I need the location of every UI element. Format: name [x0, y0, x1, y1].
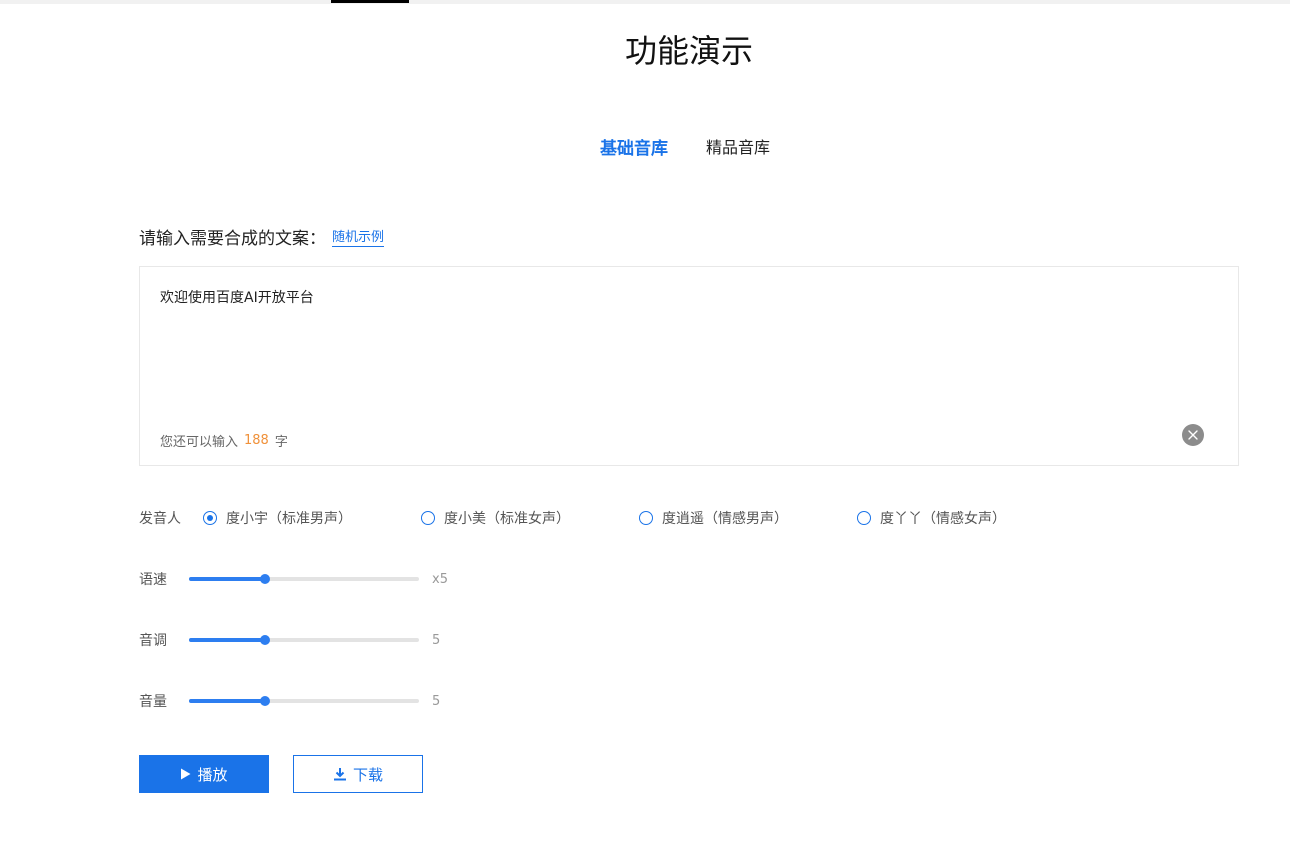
- char-counter-prefix: 您还可以输入: [160, 435, 239, 450]
- slider-handle[interactable]: [259, 696, 270, 706]
- radio-button[interactable]: [857, 511, 871, 525]
- slider-fill: [189, 577, 265, 581]
- input-prompt-row: 请输入需要合成的文案： 随机示例: [139, 224, 385, 249]
- clear-text-button[interactable]: [1182, 424, 1204, 446]
- voice-library-tabs: 基础音库 精品音库: [600, 133, 770, 159]
- pitch-label: 音调: [139, 633, 167, 649]
- speed-value: x5: [432, 571, 448, 587]
- pitch-value: 5: [432, 632, 441, 648]
- text-input-box: 您还可以输入 188 字: [139, 266, 1239, 466]
- download-button[interactable]: 下载: [293, 755, 423, 793]
- speaker-option-label: 度逍遥（情感男声）: [662, 511, 788, 527]
- slider-handle[interactable]: [259, 574, 270, 584]
- speed-label: 语速: [139, 572, 167, 588]
- speaker-row: 发音人: [139, 508, 203, 528]
- volume-label: 音量: [139, 694, 167, 710]
- radio-button[interactable]: [421, 511, 435, 525]
- speaker-option-du-yaya[interactable]: 度丫丫（情感女声）: [857, 508, 1006, 528]
- char-counter-suffix: 字: [274, 435, 288, 450]
- volume-value: 5: [432, 693, 441, 709]
- char-counter: 您还可以输入 188 字: [160, 431, 288, 450]
- volume-slider[interactable]: [189, 696, 419, 706]
- top-nav-active-indicator: [331, 0, 409, 3]
- speaker-options: 度小宇（标准男声） 度小美（标准女声） 度逍遥（情感男声） 度丫丫（情感女声）: [203, 508, 1103, 528]
- slider-fill: [189, 699, 265, 703]
- speaker-option-du-xiaoyu[interactable]: 度小宇（标准男声）: [203, 508, 352, 528]
- speaker-label: 发音人: [139, 511, 181, 527]
- speaker-option-du-xiaomei[interactable]: 度小美（标准女声）: [421, 508, 570, 528]
- download-icon: [333, 768, 346, 781]
- random-example-link[interactable]: 随机示例: [332, 226, 385, 247]
- speed-slider-row: 语速 x5: [139, 569, 499, 589]
- synthesis-text-input[interactable]: [160, 287, 1210, 407]
- pitch-slider[interactable]: [189, 635, 419, 645]
- input-prompt-label: 请输入需要合成的文案：: [139, 228, 326, 249]
- radio-button[interactable]: [203, 511, 217, 525]
- play-button-label: 播放: [197, 765, 228, 784]
- pitch-slider-row: 音调 5: [139, 630, 499, 650]
- tab-basic-library[interactable]: 基础音库: [600, 134, 668, 159]
- tab-premium-library[interactable]: 精品音库: [706, 134, 770, 158]
- download-button-label: 下载: [352, 765, 383, 784]
- page-title: 功能演示: [624, 32, 753, 70]
- speaker-option-label: 度小美（标准女声）: [444, 511, 570, 527]
- slider-fill: [189, 638, 265, 642]
- close-icon: [1188, 430, 1198, 440]
- volume-slider-row: 音量 5: [139, 691, 499, 711]
- slider-handle[interactable]: [259, 635, 270, 645]
- char-counter-value: 188: [244, 433, 269, 448]
- top-nav-bar: [0, 0, 1290, 4]
- speaker-option-du-xiaoyao[interactable]: 度逍遥（情感男声）: [639, 508, 788, 528]
- speaker-option-label: 度丫丫（情感女声）: [880, 511, 1006, 527]
- radio-button[interactable]: [639, 511, 653, 525]
- play-icon: [181, 768, 191, 780]
- speaker-option-label: 度小宇（标准男声）: [226, 511, 352, 527]
- speed-slider[interactable]: [189, 574, 419, 584]
- play-button[interactable]: 播放: [139, 755, 269, 793]
